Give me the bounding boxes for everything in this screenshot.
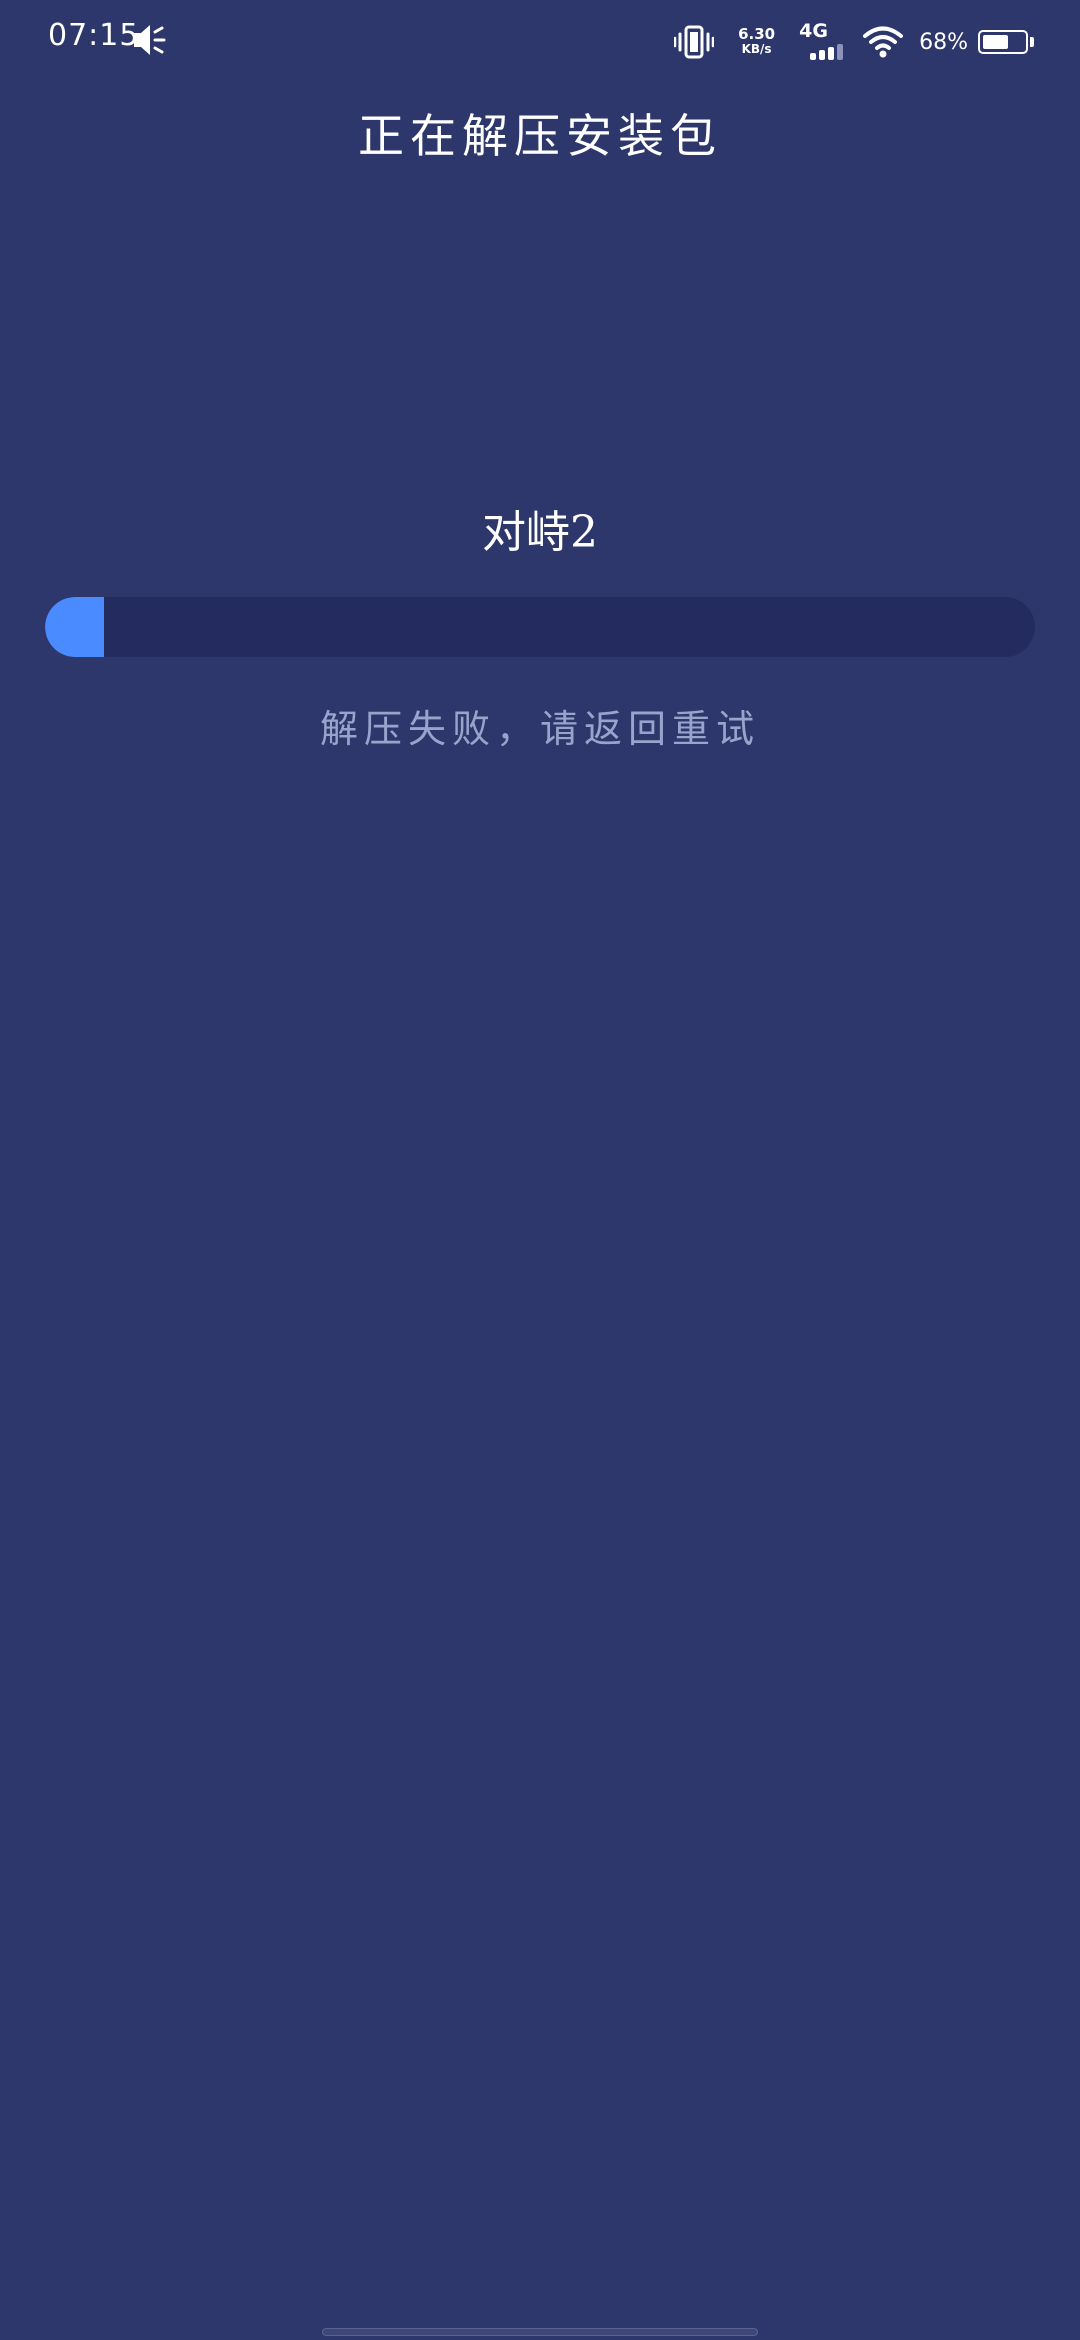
battery-tip bbox=[1030, 37, 1034, 47]
vibrate-icon bbox=[674, 25, 715, 59]
battery-percent: 68% bbox=[919, 29, 968, 55]
network-speed-unit: KB/s bbox=[741, 42, 772, 56]
battery-icon bbox=[978, 30, 1028, 54]
network-speed: 6.30 KB/s bbox=[738, 27, 775, 57]
cellular-signal-icon bbox=[810, 44, 844, 60]
install-screen: 07:15 6.30 KB/s 4G 68% 正在解压安装包 对峙2 解压失败，… bbox=[0, 0, 1080, 2340]
error-message: 解压失败，请返回重试 bbox=[319, 707, 760, 751]
battery-fill bbox=[983, 35, 1009, 49]
progress-bar bbox=[45, 597, 1035, 657]
status-bar: 07:15 6.30 KB/s 4G 68% bbox=[0, 0, 1080, 84]
status-time: 07:15 bbox=[48, 18, 140, 53]
cellular-signal: 4G bbox=[797, 20, 847, 62]
speaker-icon bbox=[134, 25, 166, 55]
network-speed-value: 6.30 bbox=[738, 25, 776, 43]
status-right-group: 6.30 KB/s 4G 68% bbox=[674, 20, 1034, 64]
home-indicator[interactable] bbox=[322, 2328, 758, 2336]
wifi-icon bbox=[863, 26, 904, 58]
app-name: 对峙2 bbox=[482, 507, 598, 558]
progress-bar-fill bbox=[45, 597, 105, 657]
page-title: 正在解压安装包 bbox=[358, 109, 722, 163]
